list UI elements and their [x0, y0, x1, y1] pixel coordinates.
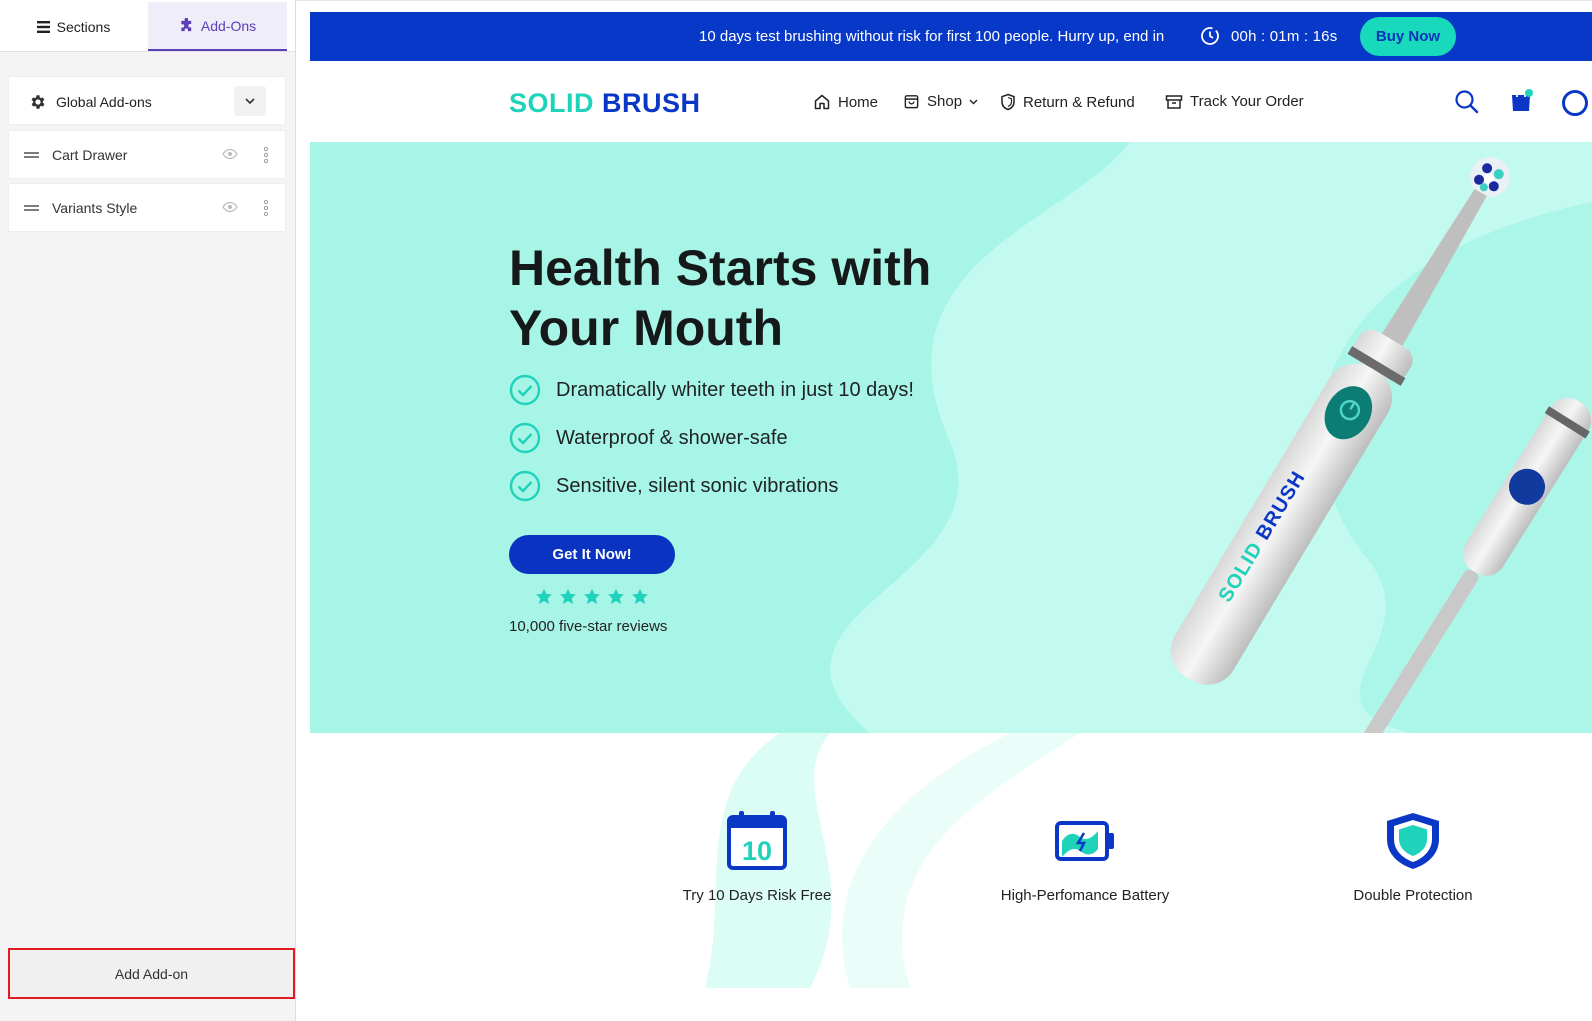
- eye-icon[interactable]: [222, 201, 238, 213]
- addon-label: Cart Drawer: [52, 147, 128, 163]
- addon-item-cart-drawer[interactable]: Cart Drawer: [8, 130, 286, 179]
- star-icon: [584, 588, 600, 604]
- nav-return-refund[interactable]: Return & Refund: [1000, 93, 1135, 111]
- preview-top-edge: [296, 0, 1592, 12]
- more-vertical-icon[interactable]: [263, 146, 269, 164]
- list-icon: [36, 20, 50, 33]
- hero-feature: Waterproof & shower-safe: [509, 422, 788, 454]
- nav-track-label: Track Your Order: [1190, 93, 1304, 110]
- store-preview: 10 days test brushing without risk for f…: [310, 12, 1592, 988]
- rating-stars: [535, 588, 649, 605]
- nav-shop-label: Shop: [927, 93, 963, 110]
- hero-title: Health Starts with Your Mouth: [509, 240, 932, 356]
- addon-item-variants-style[interactable]: Variants Style: [8, 183, 286, 232]
- star-icon: [536, 588, 552, 604]
- logo-word-2: BRUSH: [602, 88, 701, 118]
- search-icon[interactable]: [1454, 89, 1479, 114]
- calendar-icon: 10: [727, 811, 787, 870]
- editor-tabs: Sections Add-Ons: [0, 0, 295, 52]
- shield-icon: [1001, 93, 1015, 111]
- nav-home-label: Home: [838, 93, 879, 111]
- logo-word-1: SOLID: [509, 88, 595, 118]
- store-logo[interactable]: SOLID BRUSH: [509, 88, 701, 119]
- star-icon: [608, 588, 624, 604]
- tab-sections-label: Sections: [56, 18, 111, 35]
- nav-return-label: Return & Refund: [1023, 93, 1135, 111]
- get-it-now-button[interactable]: Get It Now!: [509, 535, 675, 574]
- star-icon: [560, 588, 576, 604]
- cart-icon[interactable]: [1509, 88, 1535, 114]
- hero-feature-text: Sensitive, silent sonic vibrations: [556, 474, 839, 497]
- addon-label: Variants Style: [52, 200, 138, 216]
- feature-label: High-Perfomance Battery: [1000, 887, 1170, 904]
- puzzle-icon: [181, 18, 192, 32]
- store-header: SOLID BRUSH Home Shop Return & Refund Tr…: [310, 61, 1592, 142]
- tab-sections[interactable]: Sections: [0, 2, 147, 51]
- feature-item-risk-free: 10 Try 10 Days Risk Free: [672, 811, 842, 904]
- editor-panel: Sections Add-Ons Global Add-ons Cart Dra…: [0, 0, 296, 1021]
- toothbrush-product-image: SOLID BRUSH: [1170, 157, 1592, 733]
- feature-label: Double Protection: [1353, 887, 1473, 904]
- chevron-down-icon: [969, 99, 978, 104]
- feature-item-protection: Double Protection: [1335, 811, 1491, 904]
- shop-bag-icon: [904, 95, 919, 109]
- global-addons-toggle[interactable]: [234, 86, 266, 116]
- box-icon: [1165, 94, 1183, 109]
- check-circle-icon: [509, 470, 541, 502]
- battery-icon: [1055, 821, 1114, 861]
- tab-add-ons[interactable]: Add-Ons: [148, 2, 287, 51]
- add-addon-button[interactable]: Add Add-on: [8, 948, 295, 999]
- global-addons-row[interactable]: Global Add-ons: [8, 76, 286, 125]
- feature-label: Try 10 Days Risk Free: [682, 887, 832, 904]
- hero-feature: Sensitive, silent sonic vibrations: [509, 470, 838, 502]
- drag-handle-icon[interactable]: [24, 205, 39, 211]
- clock-icon: [1201, 27, 1219, 45]
- shield-icon: [1387, 813, 1439, 869]
- chevron-down-icon: [245, 98, 255, 104]
- hero-banner: Health Starts with Your Mouth Dramatical…: [310, 142, 1592, 733]
- nav-track-order[interactable]: Track Your Order: [1165, 93, 1304, 110]
- announcement-bar: 10 days test brushing without risk for f…: [310, 12, 1592, 61]
- check-circle-icon: [509, 374, 541, 406]
- announcement-message: 10 days test brushing without risk for f…: [699, 28, 1165, 45]
- star-icon: [632, 588, 648, 604]
- nav-shop[interactable]: Shop: [903, 93, 978, 110]
- countdown-timer: 00h : 01m : 16s: [1231, 28, 1338, 45]
- check-circle-icon: [509, 422, 541, 454]
- account-icon[interactable]: [1562, 90, 1588, 116]
- gear-icon: [31, 95, 45, 109]
- eye-icon[interactable]: [222, 148, 238, 160]
- global-addons-label: Global Add-ons: [56, 94, 152, 110]
- buy-now-button[interactable]: Buy Now: [1360, 17, 1456, 56]
- hero-feature: Dramatically whiter teeth in just 10 day…: [509, 374, 914, 406]
- features-section: 10 Try 10 Days Risk Free High-Perfomance…: [310, 733, 1592, 988]
- home-icon: [814, 94, 830, 110]
- calendar-icon-text: 10: [742, 836, 772, 866]
- hero-feature-text: Dramatically whiter teeth in just 10 day…: [556, 378, 914, 401]
- more-vertical-icon[interactable]: [263, 199, 269, 217]
- hero-feature-text: Waterproof & shower-safe: [556, 426, 788, 449]
- nav-home[interactable]: Home: [813, 93, 878, 111]
- drag-handle-icon[interactable]: [24, 152, 39, 158]
- reviews-count: 10,000 five-star reviews: [509, 618, 668, 635]
- feature-item-battery: High-Perfomance Battery: [990, 811, 1180, 904]
- tab-add-ons-label: Add-Ons: [200, 17, 257, 34]
